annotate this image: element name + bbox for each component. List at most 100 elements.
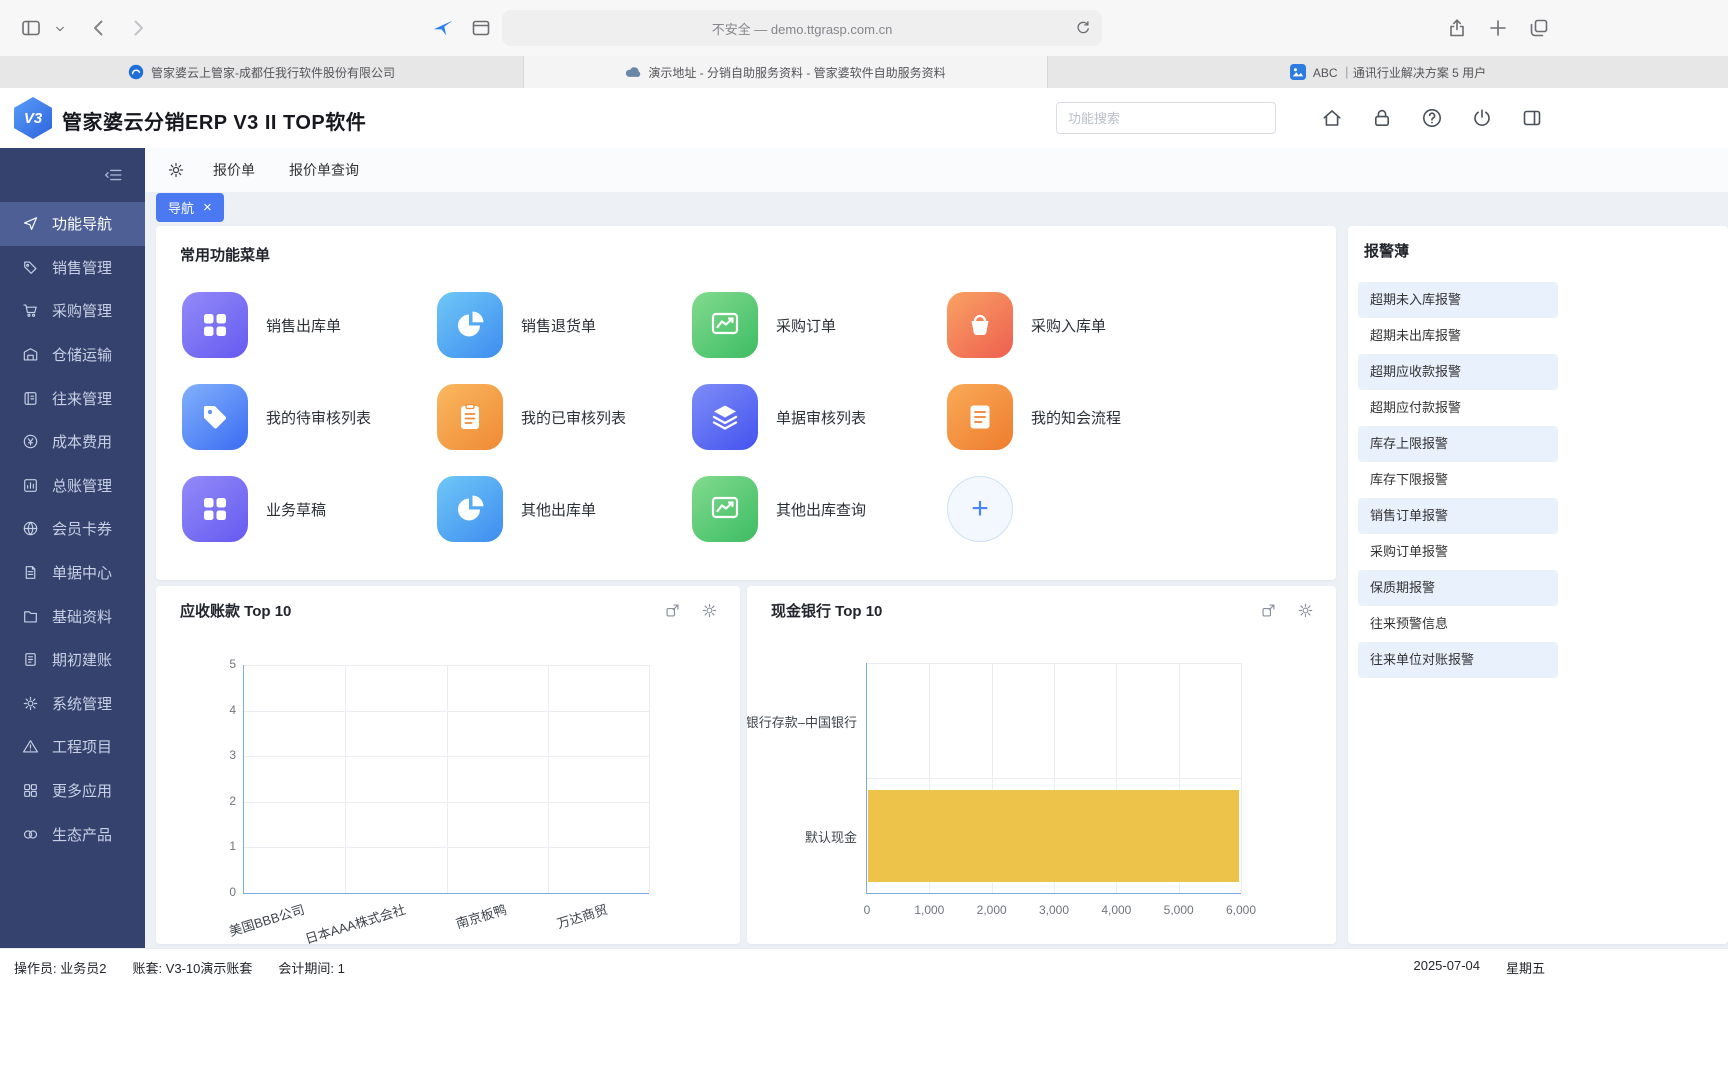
sidebar-item-label: 系统管理	[52, 695, 113, 713]
panel-icon[interactable]	[1521, 107, 1543, 129]
sidebar-item-ledger[interactable]: 总账管理	[0, 464, 145, 508]
sidebar-item-eco[interactable]: 生态产品	[0, 812, 145, 856]
account-info: 账套: V3-10演示账套	[132, 961, 253, 976]
alarm-item[interactable]: 保质期报警	[1358, 570, 1558, 606]
alarm-item[interactable]: 超期应收款报警	[1358, 354, 1558, 390]
chart-settings-icon[interactable]	[1297, 602, 1314, 619]
y-axis-label: 0	[229, 885, 236, 899]
alarm-item[interactable]: 往来单位对账报警	[1358, 642, 1558, 678]
bar	[868, 789, 1239, 882]
alarm-item[interactable]: 超期未入库报警	[1358, 282, 1558, 318]
common-functions-card: 常用功能菜单 销售出库单 销售退货单 采购订单 采购入库单 我的待审核列表 我的已审核列表…	[156, 226, 1336, 580]
app-tile[interactable]: 我的已审核列表	[437, 384, 692, 450]
abc-favicon	[1289, 64, 1306, 80]
expand-icon[interactable]	[664, 602, 681, 619]
address-bar[interactable]: 不安全 — demo.ttgrasp.com.cn	[502, 10, 1102, 46]
app-tile[interactable]: 采购入库单	[947, 292, 1202, 358]
alarm-item[interactable]: 库存下限报警	[1358, 462, 1558, 498]
y-axis-label: 默认现金	[804, 829, 857, 845]
sidebar-item-cost[interactable]: 成本费用	[0, 420, 145, 464]
app-tile[interactable]: 其他出库单	[437, 476, 692, 542]
sidebar-item-member[interactable]: 会员卡券	[0, 507, 145, 551]
home-icon[interactable]	[1321, 107, 1343, 129]
toolbar-chevron-icon[interactable]	[54, 23, 66, 35]
alarm-panel-title: 报警薄	[1364, 243, 1410, 260]
alarm-item[interactable]: 超期未出库报警	[1358, 318, 1558, 354]
sidebar-item-warehouse[interactable]: 仓储运输	[0, 333, 145, 377]
browser-tab[interactable]: 管家婆云上管家-成都任我行软件股份有限公司	[0, 56, 524, 88]
sidebar-toggle-icon[interactable]	[20, 17, 42, 39]
alarm-panel: 报警薄 超期未入库报警 超期未出库报警 超期应收款报警 超期应付款报警 库存上限报警 库存…	[1348, 226, 1728, 944]
eco-icon	[22, 826, 39, 843]
gridline	[867, 778, 1241, 779]
status-weekday: 星期五	[1505, 961, 1545, 976]
alarm-item[interactable]: 超期应付款报警	[1358, 390, 1558, 426]
collapse-sidebar-icon[interactable]	[103, 165, 123, 185]
app-tile[interactable]: 单据审核列表	[692, 384, 947, 450]
x-axis-label: 4,000	[1101, 903, 1132, 917]
pie-icon	[437, 292, 503, 358]
back-icon[interactable]	[88, 17, 110, 39]
forward-icon[interactable]	[127, 17, 149, 39]
workspace-tab-nav[interactable]: 导航 ×	[156, 193, 224, 222]
app-tile[interactable]: 我的知会流程	[947, 384, 1202, 450]
app-logo: V3	[14, 97, 52, 139]
chart-settings-icon[interactable]	[701, 602, 718, 619]
project-icon	[22, 738, 39, 755]
y-axis-label: 3	[229, 748, 236, 763]
app-tile[interactable]: 业务草稿	[182, 476, 437, 542]
sidebar-item-sales-tag[interactable]: 销售管理	[0, 246, 145, 290]
sidebar-item-init[interactable]: 期初建账	[0, 638, 145, 682]
sidebar-item-contacts[interactable]: 往来管理	[0, 376, 145, 420]
app-tile-label: 采购订单	[776, 317, 837, 335]
sidebar-menu: 功能导航 销售管理 采购管理 仓储运输 往来管理 成本费用总账管理会员卡券 单据中心 基础资料…	[0, 202, 145, 856]
reload-icon[interactable]	[1074, 19, 1092, 37]
sidebar-item-basedata[interactable]: 基础资料	[0, 594, 145, 638]
close-tab-icon[interactable]: ×	[203, 200, 212, 215]
app-tile[interactable]: 销售出库单	[182, 292, 437, 358]
app-tile[interactable]: 销售退货单	[437, 292, 692, 358]
browser-tab-label: 演示地址 - 分销自助服务资料 - 管家婆软件自助服务资料	[648, 65, 946, 80]
cash-bank-plot: 0 1,000 2,000 3,000 4,000 5,000 6,000 银行存款–中国银行…	[747, 663, 1256, 917]
tab-overview-icon[interactable]	[1528, 17, 1550, 39]
sidebar-item-nav[interactable]: 功能导航	[0, 202, 145, 246]
new-tab-icon[interactable]	[1487, 17, 1509, 39]
sidebar-item-docs[interactable]: 单据中心	[0, 551, 145, 595]
page-preview-icon[interactable]	[470, 17, 492, 39]
alarm-item[interactable]: 采购订单报警	[1358, 534, 1558, 570]
settings-gear-icon[interactable]	[167, 161, 185, 179]
quick-link[interactable]: 报价单查询	[289, 160, 359, 180]
app-tile-label: 采购入库单	[1031, 317, 1107, 335]
app-tile[interactable]: 其他出库查询	[692, 476, 947, 542]
function-search-input[interactable]	[1056, 102, 1276, 134]
sidebar-item-cart[interactable]: 采购管理	[0, 289, 145, 333]
alarm-item[interactable]: 往来预警信息	[1358, 606, 1558, 642]
browser-tab[interactable]: ABC ｜通讯行业解决方案 5 用户	[1048, 56, 1728, 88]
app-tile[interactable]: 采购订单	[692, 292, 947, 358]
alarm-item[interactable]: 库存上限报警	[1358, 426, 1558, 462]
share-icon[interactable]	[1446, 17, 1468, 39]
browser-tab[interactable]: 演示地址 - 分销自助服务资料 - 管家婆软件自助服务资料	[524, 56, 1048, 88]
quick-link[interactable]: 报价单	[213, 160, 255, 180]
lock-icon[interactable]	[1371, 107, 1393, 129]
add-tile[interactable]: +	[947, 476, 1202, 542]
sidebar-item-label: 更多应用	[52, 783, 113, 801]
sidebar-item-label: 总账管理	[52, 477, 113, 495]
logout-icon[interactable]	[1471, 107, 1493, 129]
sidebar-item-apps[interactable]: 更多应用	[0, 769, 145, 813]
alarm-item[interactable]: 销售订单报警	[1358, 498, 1558, 534]
quick-links: 报价单 报价单查询	[213, 160, 359, 180]
app-tile-label: 我的待审核列表	[266, 409, 372, 427]
app-tile[interactable]: 我的待审核列表	[182, 384, 437, 450]
help-icon[interactable]	[1421, 107, 1443, 129]
extension-bird-icon[interactable]	[432, 17, 454, 39]
quick-access-bar: 报价单 报价单查询	[145, 148, 1728, 193]
sidebar-item-label: 生态产品	[52, 826, 113, 844]
sidebar-item-project[interactable]: 工程项目	[0, 725, 145, 769]
browser-tab-label: ABC ｜通讯行业解决方案 5 用户	[1312, 65, 1487, 80]
sidebar-item-system[interactable]: 系统管理	[0, 682, 145, 726]
y-axis-label: 1	[229, 839, 236, 854]
expand-icon[interactable]	[1260, 602, 1277, 619]
pie-icon	[437, 476, 503, 542]
member-icon	[22, 520, 39, 537]
